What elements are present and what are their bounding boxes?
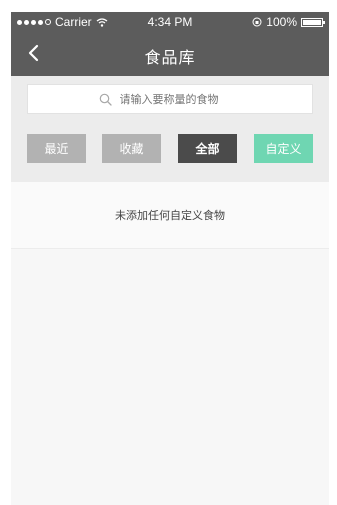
- navigation-bar: 食品库: [11, 32, 329, 76]
- tab-custom[interactable]: 自定义: [254, 134, 313, 163]
- app-screen: Carrier 4:34 PM 100% 食品库 请输入要称量的食物 最近 收藏…: [11, 12, 329, 505]
- tab-all[interactable]: 全部: [178, 134, 237, 163]
- page-title: 食品库: [144, 48, 196, 67]
- orientation-lock-icon: [252, 17, 262, 27]
- search-box[interactable]: [27, 84, 313, 114]
- search-icon: [99, 93, 112, 106]
- empty-state-message: 未添加任何自定义食物: [11, 182, 329, 249]
- status-right: 100%: [252, 15, 325, 29]
- tab-recent[interactable]: 最近: [27, 134, 86, 163]
- status-bar: Carrier 4:34 PM 100%: [11, 12, 329, 32]
- list-area: [11, 249, 329, 505]
- search-bar-container: [11, 76, 329, 128]
- tab-favorite[interactable]: 收藏: [102, 134, 161, 163]
- battery-percent: 100%: [266, 15, 297, 29]
- category-tabs: 最近 收藏 全部 自定义: [11, 128, 329, 182]
- search-input[interactable]: [117, 91, 242, 107]
- battery-icon: [301, 17, 325, 27]
